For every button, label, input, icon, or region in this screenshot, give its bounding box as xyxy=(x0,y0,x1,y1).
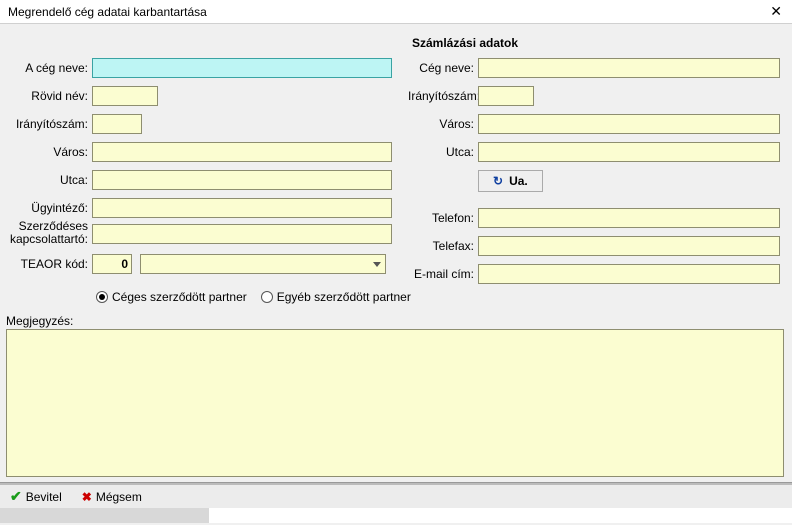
billing-street-input[interactable] xyxy=(478,142,780,162)
window-title: Megrendelő cég adatai karbantartása xyxy=(8,5,207,19)
radio-off-icon xyxy=(261,291,273,303)
x-icon: ✖ xyxy=(82,490,92,504)
email-label: E-mail cím: xyxy=(408,267,478,281)
close-icon[interactable]: ✕ xyxy=(766,3,786,20)
city-input[interactable] xyxy=(92,142,392,162)
short-name-input[interactable] xyxy=(92,86,158,106)
city-label: Város: xyxy=(0,145,92,159)
status-bar xyxy=(0,508,792,523)
teaor-select[interactable] xyxy=(140,254,386,274)
phone-label: Telefon: xyxy=(408,211,478,225)
status-segment xyxy=(0,508,210,523)
clerk-input[interactable] xyxy=(92,198,392,218)
cancel-button[interactable]: ✖ Mégsem xyxy=(82,490,142,504)
street-input[interactable] xyxy=(92,170,392,190)
billing-section-title: Számlázási adatok xyxy=(412,36,518,50)
billing-zip-label: Irányítószám: xyxy=(408,89,478,103)
billing-zip-input[interactable] xyxy=(478,86,534,106)
contact-input[interactable] xyxy=(92,224,392,244)
billing-company-input[interactable] xyxy=(478,58,780,78)
partner-type-group: Céges szerződött partner Egyéb szerződöt… xyxy=(96,290,411,304)
notes-label: Megjegyzés: xyxy=(6,314,73,328)
partner-ceges-radio[interactable]: Céges szerződött partner xyxy=(96,290,247,304)
footer-toolbar: ✔ Bevitel ✖ Mégsem xyxy=(0,484,792,508)
zip-input[interactable] xyxy=(92,114,142,134)
billing-city-input[interactable] xyxy=(478,114,780,134)
submit-button[interactable]: ✔ Bevitel xyxy=(10,488,62,505)
partner-egyeb-radio[interactable]: Egyéb szerződött partner xyxy=(261,290,411,304)
separator xyxy=(0,482,792,484)
clerk-label: Ügyintéző: xyxy=(0,201,92,215)
email-input[interactable] xyxy=(478,264,780,284)
teaor-label: TEAOR kód: xyxy=(0,257,92,271)
fax-input[interactable] xyxy=(478,236,780,256)
contact-label: Szerződéseskapcsolattartó: xyxy=(0,218,92,246)
street-label: Utca: xyxy=(0,173,92,187)
radio-on-icon xyxy=(96,291,108,303)
same-as-button[interactable]: ↻ Ua. xyxy=(478,170,543,192)
form-content: A cég neve: Rövid név: Irányítószám: Vár… xyxy=(0,24,792,484)
billing-company-label: Cég neve: xyxy=(408,61,478,75)
fax-label: Telefax: xyxy=(408,239,478,253)
billing-street-label: Utca: xyxy=(408,145,478,159)
phone-input[interactable] xyxy=(478,208,780,228)
notes-textarea[interactable] xyxy=(6,329,784,477)
company-name-label: A cég neve: xyxy=(0,61,92,75)
teaor-code-input[interactable] xyxy=(92,254,132,274)
title-bar: Megrendelő cég adatai karbantartása ✕ xyxy=(0,0,792,24)
check-icon: ✔ xyxy=(10,488,22,505)
billing-city-label: Város: xyxy=(408,117,478,131)
company-name-input[interactable] xyxy=(92,58,392,78)
refresh-icon: ↻ xyxy=(493,174,503,188)
short-name-label: Rövid név: xyxy=(0,89,92,103)
zip-label: Irányítószám: xyxy=(0,117,92,131)
